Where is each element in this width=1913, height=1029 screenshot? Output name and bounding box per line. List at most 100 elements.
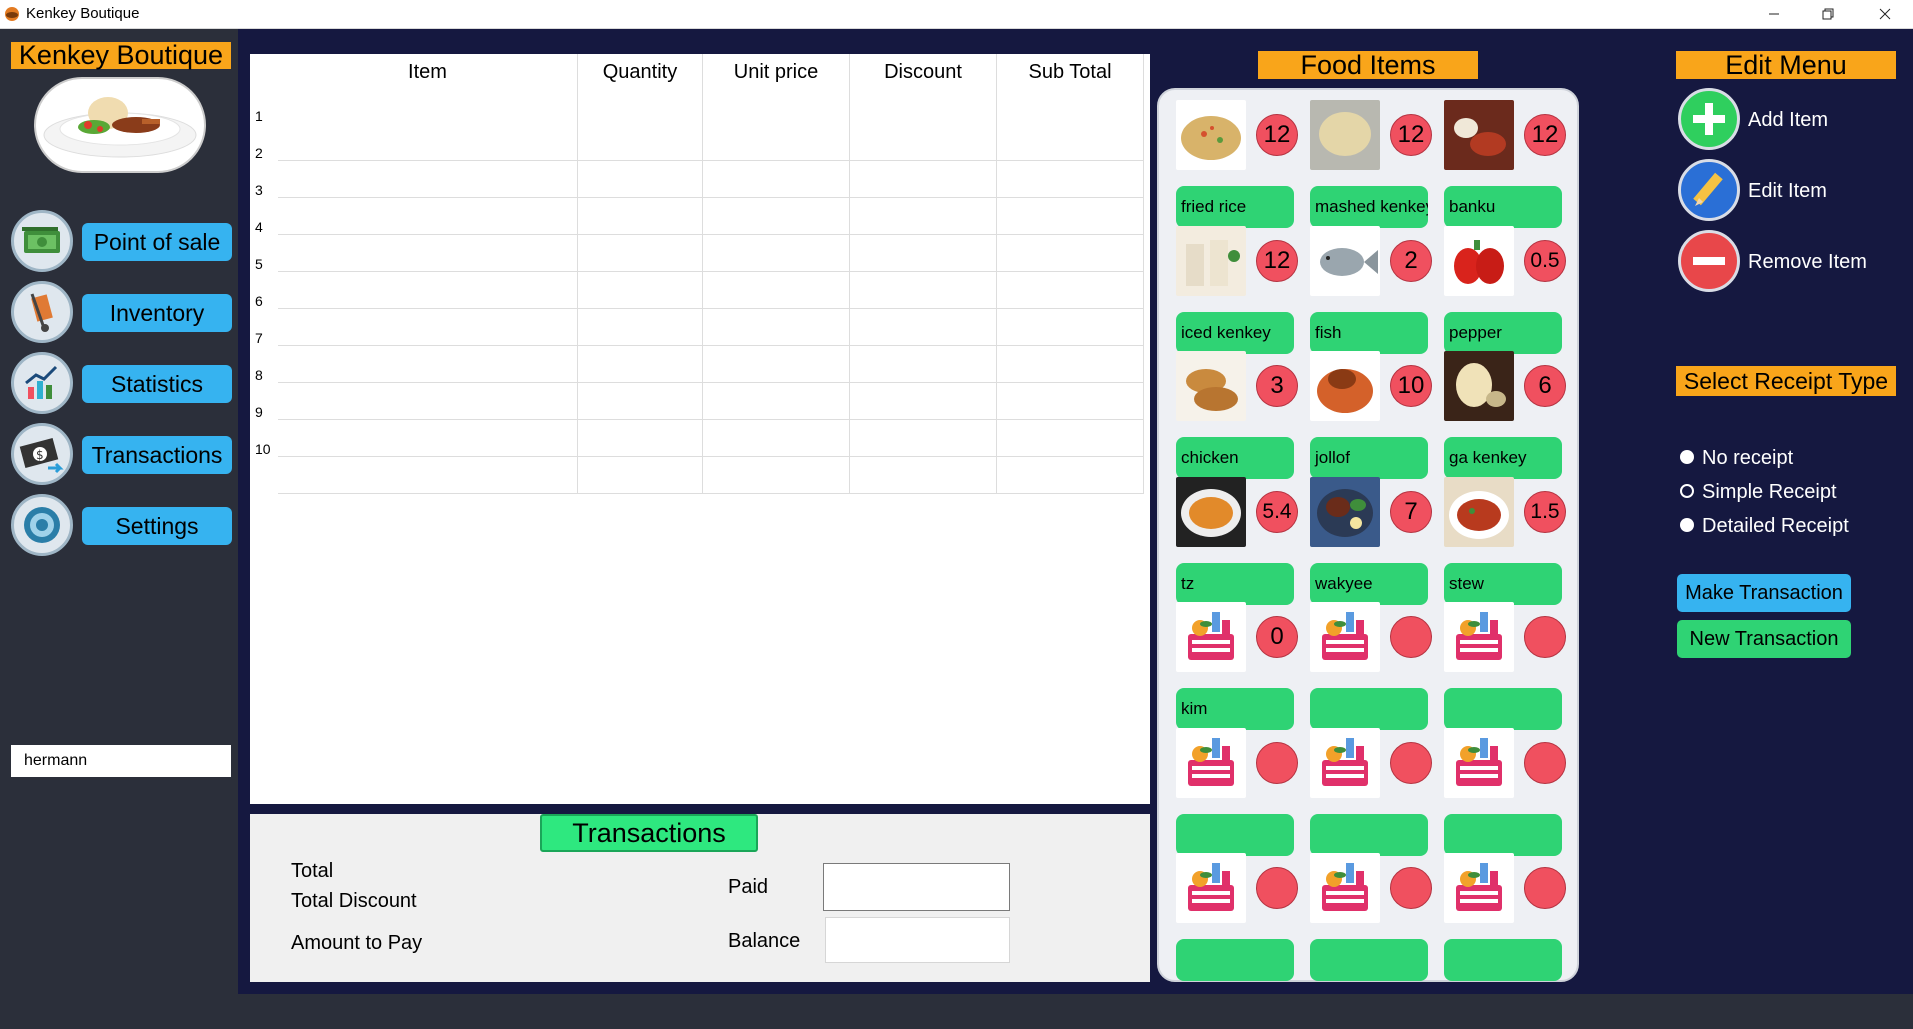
- table-cell[interactable]: [703, 457, 850, 494]
- table-cell[interactable]: [703, 124, 850, 161]
- table-cell[interactable]: [850, 309, 997, 346]
- table-cell[interactable]: [278, 124, 578, 161]
- radio-simple-receipt[interactable]: Simple Receipt: [1680, 480, 1837, 504]
- add-item-button[interactable]: Add Item: [1748, 109, 1828, 132]
- table-cell[interactable]: [997, 161, 1144, 198]
- remove-item-button[interactable]: Remove Item: [1748, 251, 1867, 274]
- radio-detailed-receipt[interactable]: Detailed Receipt: [1680, 514, 1849, 538]
- table-cell[interactable]: [278, 272, 578, 309]
- table-cell[interactable]: [850, 235, 997, 272]
- radio-no-receipt[interactable]: No receipt: [1680, 446, 1793, 470]
- chicken-image[interactable]: [1176, 351, 1246, 421]
- table-row[interactable]: 7: [250, 330, 1150, 383]
- food-item-button[interactable]: fried rice: [1176, 186, 1294, 228]
- table-cell[interactable]: [850, 272, 997, 309]
- table-row[interactable]: 4: [250, 219, 1150, 272]
- nav-transactions[interactable]: Transactions: [82, 436, 232, 474]
- table-cell[interactable]: [278, 420, 578, 457]
- add-item-icon[interactable]: [1678, 88, 1740, 150]
- table-cell[interactable]: [997, 309, 1144, 346]
- table-cell[interactable]: [850, 124, 997, 161]
- banku-image[interactable]: [1444, 100, 1514, 170]
- table-cell[interactable]: [578, 383, 703, 420]
- fish-image[interactable]: [1310, 225, 1380, 296]
- pencil-icon[interactable]: [1678, 159, 1740, 221]
- jollof-image[interactable]: [1310, 351, 1380, 421]
- table-cell[interactable]: [578, 272, 703, 309]
- table-cell[interactable]: [997, 272, 1144, 309]
- minimize-button[interactable]: [1746, 0, 1802, 28]
- nav-point-of-sale[interactable]: Point of sale: [82, 223, 232, 261]
- food-item-button[interactable]: [1444, 813, 1562, 856]
- column-header-sub-total[interactable]: Sub Total: [997, 54, 1144, 124]
- food-item-button[interactable]: [1310, 688, 1428, 730]
- table-cell[interactable]: [578, 124, 703, 161]
- food-item-button[interactable]: jollof: [1310, 437, 1428, 479]
- table-row[interactable]: 9: [250, 404, 1150, 457]
- column-header-discount[interactable]: Discount: [850, 54, 997, 124]
- food-item-button[interactable]: banku: [1444, 186, 1562, 228]
- close-button[interactable]: [1857, 0, 1913, 28]
- table-row[interactable]: 1: [250, 108, 1150, 161]
- food-item-button[interactable]: ga kenkey: [1444, 437, 1562, 479]
- table-cell[interactable]: [997, 124, 1144, 161]
- table-row[interactable]: 5: [250, 256, 1150, 309]
- table-row[interactable]: 3: [250, 182, 1150, 235]
- table-cell[interactable]: [850, 161, 997, 198]
- nav-settings[interactable]: Settings: [82, 507, 232, 545]
- table-cell[interactable]: [703, 161, 850, 198]
- tz-image[interactable]: [1176, 476, 1246, 547]
- make-transaction-button[interactable]: Make Transaction: [1677, 574, 1851, 612]
- food-item-button[interactable]: [1176, 813, 1294, 856]
- table-cell[interactable]: [850, 420, 997, 457]
- food-item-button[interactable]: tz: [1176, 562, 1294, 605]
- table-cell[interactable]: [578, 346, 703, 383]
- mashed-kenkey-image[interactable]: [1310, 100, 1380, 170]
- table-cell[interactable]: [997, 235, 1144, 272]
- food-item-button[interactable]: [1444, 688, 1562, 730]
- money-transfer-icon[interactable]: $: [11, 423, 73, 485]
- table-cell[interactable]: [703, 235, 850, 272]
- food-item-button[interactable]: wakyee: [1310, 562, 1428, 605]
- chart-icon[interactable]: [11, 352, 73, 414]
- food-item-button[interactable]: [1444, 939, 1562, 981]
- table-row[interactable]: 2: [250, 145, 1150, 198]
- food-item-button[interactable]: chicken: [1176, 437, 1294, 479]
- grocery-basket-icon[interactable]: [1176, 853, 1246, 923]
- table-cell[interactable]: [850, 198, 997, 235]
- column-header-unit-price[interactable]: Unit price: [703, 54, 850, 124]
- table-cell[interactable]: [703, 346, 850, 383]
- table-cell[interactable]: [278, 198, 578, 235]
- table-cell[interactable]: [278, 309, 578, 346]
- order-table[interactable]: Item Quantity Unit price Discount Sub To…: [250, 54, 1150, 804]
- gear-icon[interactable]: [11, 494, 73, 556]
- table-cell[interactable]: [578, 309, 703, 346]
- food-item-button[interactable]: fish: [1310, 311, 1428, 354]
- hand-truck-icon[interactable]: [11, 281, 73, 343]
- nav-statistics[interactable]: Statistics: [82, 365, 232, 403]
- table-cell[interactable]: [278, 161, 578, 198]
- grocery-basket-icon[interactable]: [1310, 602, 1380, 672]
- table-cell[interactable]: [997, 346, 1144, 383]
- column-header-item[interactable]: Item: [278, 54, 578, 124]
- wakyee-image[interactable]: [1310, 476, 1380, 547]
- table-cell[interactable]: [703, 420, 850, 457]
- nav-inventory[interactable]: Inventory: [82, 294, 232, 332]
- paid-input[interactable]: [823, 863, 1010, 911]
- table-cell[interactable]: [703, 272, 850, 309]
- table-cell[interactable]: [997, 383, 1144, 420]
- column-header-quantity[interactable]: Quantity: [578, 54, 703, 124]
- table-cell[interactable]: [278, 235, 578, 272]
- edit-item-button[interactable]: Edit Item: [1748, 180, 1827, 203]
- table-cell[interactable]: [997, 420, 1144, 457]
- food-item-button[interactable]: [1176, 939, 1294, 981]
- food-item-button[interactable]: iced kenkey: [1176, 311, 1294, 354]
- grocery-basket-icon[interactable]: [1176, 602, 1246, 672]
- table-cell[interactable]: [703, 309, 850, 346]
- table-cell[interactable]: [850, 457, 997, 494]
- table-cell[interactable]: [578, 420, 703, 457]
- pepper-image[interactable]: [1444, 225, 1514, 296]
- grocery-basket-icon[interactable]: [1310, 853, 1380, 923]
- table-cell[interactable]: [997, 198, 1144, 235]
- grocery-basket-icon[interactable]: [1444, 853, 1514, 923]
